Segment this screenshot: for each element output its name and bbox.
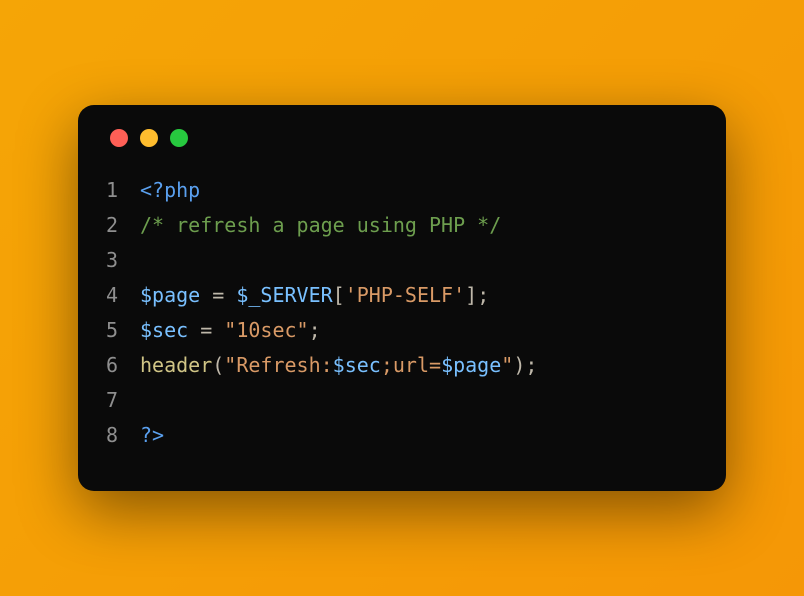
token: "Refresh: — [224, 353, 332, 377]
token: ) — [513, 353, 525, 377]
token: = — [188, 318, 224, 342]
token: header — [140, 353, 212, 377]
close-icon[interactable] — [110, 129, 128, 147]
code-line: 4$page = $_SERVER['PHP-SELF']; — [106, 278, 698, 313]
code-line: 7 — [106, 383, 698, 418]
code-line: 6header("Refresh:$sec;url=$page"); — [106, 348, 698, 383]
window-controls — [110, 129, 698, 147]
token: $sec — [140, 318, 188, 342]
code-line: 8?> — [106, 418, 698, 453]
code-content: /* refresh a page using PHP */ — [140, 208, 501, 243]
token: ; — [525, 353, 537, 377]
token: ; — [309, 318, 321, 342]
token: "10sec" — [224, 318, 308, 342]
token: 'PHP-SELF' — [345, 283, 465, 307]
line-number: 5 — [106, 313, 140, 348]
line-number: 3 — [106, 243, 140, 278]
token: ;url= — [381, 353, 441, 377]
token: [ — [333, 283, 345, 307]
code-content: ?> — [140, 418, 164, 453]
token: $page — [140, 283, 200, 307]
line-number: 6 — [106, 348, 140, 383]
line-number: 4 — [106, 278, 140, 313]
code-line: 5$sec = "10sec"; — [106, 313, 698, 348]
line-number: 1 — [106, 173, 140, 208]
token: /* refresh a page using PHP */ — [140, 213, 501, 237]
code-content: $sec = "10sec"; — [140, 313, 321, 348]
line-number: 8 — [106, 418, 140, 453]
code-content: $page = $_SERVER['PHP-SELF']; — [140, 278, 489, 313]
code-content: <?php — [140, 173, 200, 208]
code-line: 3 — [106, 243, 698, 278]
token: $_SERVER — [236, 283, 332, 307]
token: $page — [441, 353, 501, 377]
minimize-icon[interactable] — [140, 129, 158, 147]
code-editor: 1<?php2/* refresh a page using PHP */34$… — [106, 173, 698, 453]
line-number: 7 — [106, 383, 140, 418]
token: ?> — [140, 423, 164, 447]
token: <?php — [140, 178, 200, 202]
code-content: header("Refresh:$sec;url=$page"); — [140, 348, 537, 383]
token: = — [200, 283, 236, 307]
maximize-icon[interactable] — [170, 129, 188, 147]
token: $sec — [333, 353, 381, 377]
line-number: 2 — [106, 208, 140, 243]
token: ( — [212, 353, 224, 377]
code-window: 1<?php2/* refresh a page using PHP */34$… — [78, 105, 726, 491]
code-line: 2/* refresh a page using PHP */ — [106, 208, 698, 243]
token: " — [501, 353, 513, 377]
token: ; — [477, 283, 489, 307]
token: ] — [465, 283, 477, 307]
code-line: 1<?php — [106, 173, 698, 208]
